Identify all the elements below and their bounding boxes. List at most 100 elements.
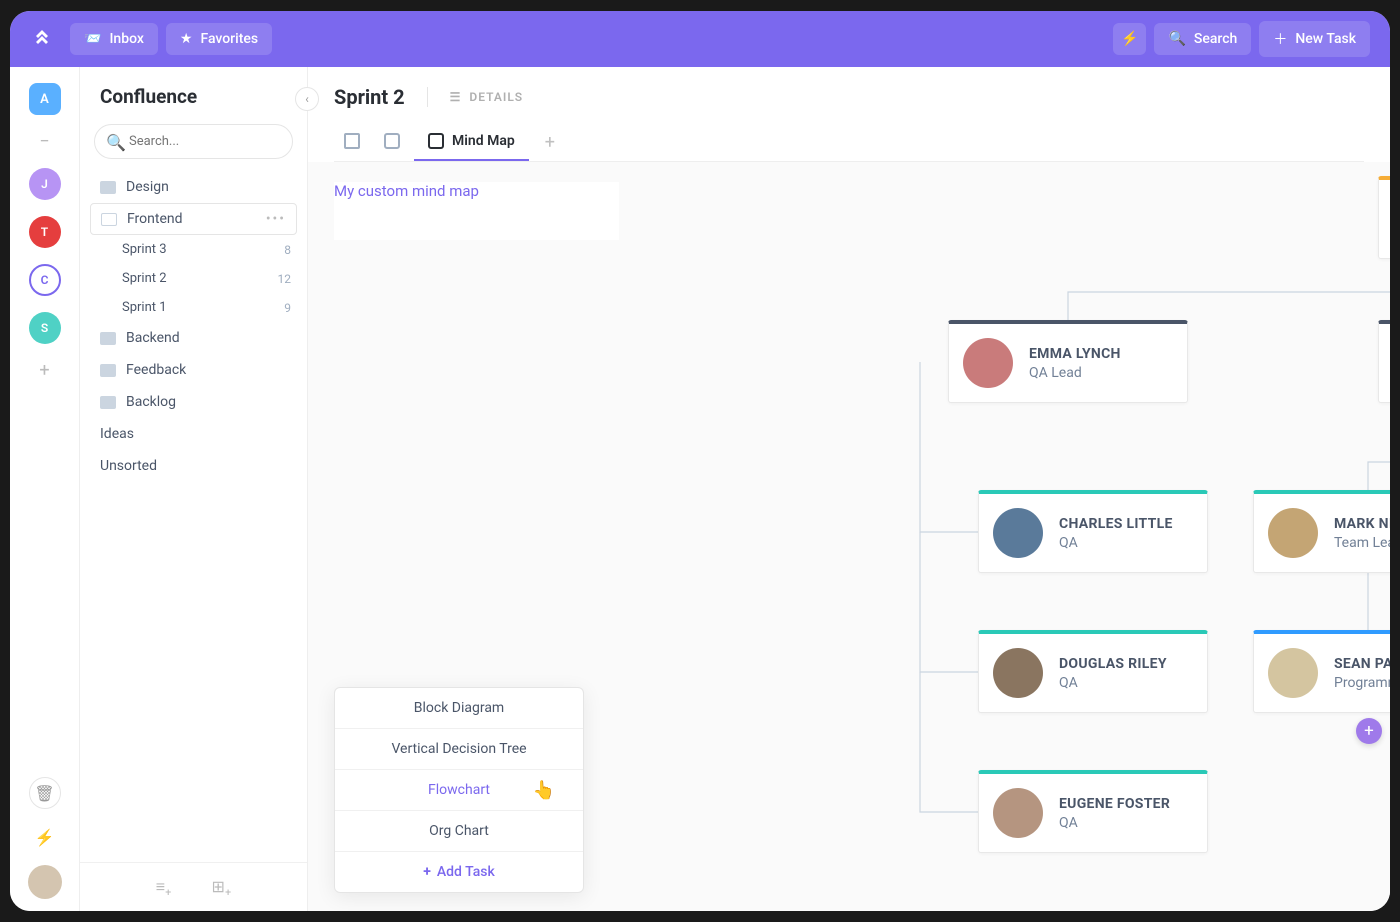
avatar: [993, 648, 1043, 698]
add-view-button[interactable]: +: [533, 124, 567, 161]
sidebar-item-sprint1[interactable]: Sprint 1 9: [80, 293, 307, 322]
org-card-jerry[interactable]: JERRY WAGNERTechnical Director: [1378, 320, 1390, 403]
inbox-label: Inbox: [109, 31, 143, 47]
user-avatar-j[interactable]: J: [29, 168, 61, 200]
current-user-avatar[interactable]: [28, 865, 62, 899]
card-name: MARK NICHOLS: [1334, 516, 1390, 532]
favorites-label: Favorites: [200, 31, 258, 47]
card-role: QA Lead: [1029, 365, 1121, 381]
popup-item-block-diagram[interactable]: Block Diagram: [335, 688, 583, 729]
sidebar-item-label: Backend: [126, 330, 180, 346]
folder-icon: [100, 181, 116, 194]
folder-icon: [100, 332, 116, 345]
details-button[interactable]: ☰DETAILS: [450, 90, 524, 104]
sidebar-item-label: Unsorted: [100, 458, 157, 474]
card-name: CHARLES LITTLE: [1059, 516, 1173, 532]
search-icon: 🔍: [106, 133, 126, 152]
popup-add-task[interactable]: Add Task: [335, 852, 583, 892]
sidebar-item-unsorted[interactable]: Unsorted: [80, 450, 307, 482]
board-view-icon: [384, 133, 400, 149]
count-badge: 12: [278, 272, 292, 286]
card-role: Programmer: [1334, 675, 1390, 691]
sidebar-item-design[interactable]: Design: [80, 171, 307, 203]
breadcrumb[interactable]: My custom mind map: [334, 182, 619, 240]
tab-mindmap[interactable]: Mind Map: [414, 123, 529, 161]
sidebar-item-feedback[interactable]: Feedback: [80, 354, 307, 386]
popup-item-org-chart[interactable]: Org Chart: [335, 811, 583, 852]
count-wrapper: 9: [276, 301, 291, 315]
sidebar-collapse-button[interactable]: ‹: [295, 87, 319, 111]
app-frame: 📨 Inbox ★ Favorites ⚡ 🔍Search ＋New Task A …: [10, 11, 1390, 911]
folder-open-icon: [101, 213, 117, 226]
logo-icon[interactable]: [22, 19, 62, 59]
collapse-icon[interactable]: −: [39, 131, 49, 152]
sidebar-item-sprint3[interactable]: Sprint 38: [80, 235, 307, 264]
sidebar-item-frontend[interactable]: Frontend•••: [90, 203, 297, 235]
user-avatar-c[interactable]: C: [29, 264, 61, 296]
count-badge: 9: [284, 301, 291, 315]
list-view-icon: [344, 133, 360, 149]
org-card-emma[interactable]: EMMA LYNCH QA Lead: [948, 320, 1188, 403]
bolt-icon: ⚡: [1121, 31, 1138, 47]
avatar: [1268, 648, 1318, 698]
org-card-ceo[interactable]: HENRY BENNETTChairman & CEO: [1378, 176, 1390, 259]
inbox-button[interactable]: 📨 Inbox: [70, 23, 158, 55]
tab-board[interactable]: [374, 123, 410, 161]
popup-item-flowchart[interactable]: Flowchart👆: [335, 770, 583, 811]
new-task-button[interactable]: ＋New Task: [1259, 21, 1370, 57]
tab-list[interactable]: [334, 123, 370, 161]
bolt-icon[interactable]: ⚡: [29, 821, 61, 853]
card-role: Team Lead: [1334, 535, 1390, 551]
sidebar-search: 🔍: [94, 124, 293, 159]
user-avatar-t[interactable]: T: [29, 216, 61, 248]
card-name: EMMA LYNCH: [1029, 346, 1121, 362]
workspace-rail: A − J T C S + 🗑 ⚡: [10, 67, 80, 911]
sidebar-item-label: Design: [126, 179, 169, 195]
tab-label: Mind Map: [452, 133, 515, 149]
add-node-button[interactable]: +: [1356, 718, 1382, 744]
org-card-charles[interactable]: CHARLES LITTLE QA: [978, 490, 1208, 573]
bolt-button[interactable]: ⚡: [1113, 23, 1146, 55]
card-role: QA: [1059, 815, 1170, 831]
cursor-icon: 👆: [533, 780, 555, 801]
star-icon: ★: [180, 31, 193, 47]
favorites-button[interactable]: ★ Favorites: [166, 23, 272, 55]
card-role: QA: [1059, 535, 1173, 551]
folder-icon: [100, 364, 116, 377]
sidebar: Confluence ‹ 🔍 Design Frontend••• Sprint…: [80, 67, 308, 911]
add-user-button[interactable]: +: [39, 360, 49, 381]
sidebar-item-label: Feedback: [126, 362, 186, 378]
new-task-label: New Task: [1295, 31, 1356, 47]
topbar: 📨 Inbox ★ Favorites ⚡ 🔍Search ＋New Task: [10, 11, 1390, 67]
sidebar-item-sprint2[interactable]: Sprint 212: [80, 264, 307, 293]
org-card-mark[interactable]: MARK NICHOLS Team Lead: [1253, 490, 1390, 573]
sidebar-item-label: Sprint 1: [122, 300, 167, 315]
sidebar-item-backend[interactable]: Backend: [80, 322, 307, 354]
page-title: Sprint 2: [334, 85, 405, 109]
org-card-eugene[interactable]: EUGENE FOSTER QA: [978, 770, 1208, 853]
main: Sprint 2 ☰DETAILS Mind Map + My custom m…: [308, 67, 1390, 911]
sidebar-item-label: Backlog: [126, 394, 176, 410]
avatar: [993, 788, 1043, 838]
search-icon: 🔍: [1168, 31, 1185, 47]
card-name: SEAN PARKER: [1334, 656, 1390, 672]
card-name: EUGENE FOSTER: [1059, 796, 1170, 812]
trash-icon[interactable]: 🗑: [29, 777, 61, 809]
popup-item-vertical-tree[interactable]: Vertical Decision Tree: [335, 729, 583, 770]
inbox-icon: 📨: [84, 31, 101, 47]
sidebar-item-backlog[interactable]: Backlog: [80, 386, 307, 418]
org-card-douglas[interactable]: DOUGLAS RILEYQA: [978, 630, 1208, 713]
add-list-icon[interactable]: ≡₊: [156, 877, 172, 897]
user-avatar-s[interactable]: S: [29, 312, 61, 344]
workspace-avatar[interactable]: A: [29, 83, 61, 115]
list-icon: ☰: [450, 90, 462, 104]
search-button[interactable]: 🔍Search: [1154, 23, 1251, 55]
count-badge: 8: [284, 243, 291, 257]
add-folder-icon[interactable]: ⊞₊: [211, 877, 231, 897]
more-icon[interactable]: •••: [266, 211, 286, 227]
sidebar-item-label: Ideas: [100, 426, 134, 442]
sidebar-item-ideas[interactable]: Ideas: [80, 418, 307, 450]
mindmap-canvas[interactable]: My custom mind map: [308, 162, 1390, 911]
org-card-sean[interactable]: SEAN PARKER Programmer: [1253, 630, 1390, 713]
mindmap-icon: [428, 133, 444, 149]
